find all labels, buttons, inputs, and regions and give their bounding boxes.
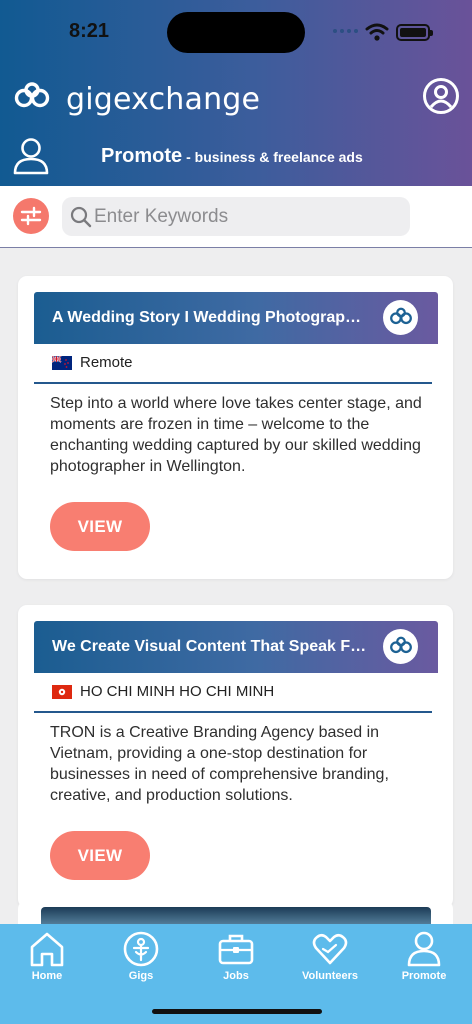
hk-flag-icon — [52, 684, 72, 699]
listing-title: We Create Visual Content That Speak For … — [52, 638, 370, 655]
listing-location: Remote — [52, 354, 133, 371]
tab-gigs[interactable]: Gigs — [98, 930, 184, 986]
divider — [34, 711, 432, 713]
listing-location: HO CHI MINH HO CHI MINH — [52, 683, 274, 700]
listing-logo — [383, 300, 418, 335]
listing-header: A Wedding Story I Wedding Photographer i… — [34, 292, 438, 344]
divider — [34, 382, 432, 384]
view-button[interactable]: VIEW — [50, 831, 150, 880]
tab-label: Gigs — [128, 970, 154, 982]
listing-header: We Create Visual Content That Speak For … — [34, 621, 438, 673]
nz-flag-icon — [52, 355, 72, 370]
view-button[interactable]: VIEW — [50, 502, 150, 551]
page-subtitle: - business & freelance ads — [186, 149, 363, 165]
listing-description: Step into a world where love takes cente… — [50, 395, 422, 475]
filter-button[interactable] — [13, 198, 49, 234]
heart-hands-icon — [312, 933, 348, 965]
wifi-icon — [365, 23, 389, 41]
gigs-icon — [123, 931, 159, 967]
tab-home[interactable]: Home — [4, 930, 90, 986]
listing-card: A Wedding Story I Wedding Photographer i… — [18, 276, 453, 579]
dynamic-island — [167, 12, 305, 53]
logo-icon — [390, 636, 412, 654]
tab-jobs[interactable]: Jobs — [193, 930, 279, 986]
signal-icon — [333, 29, 358, 33]
search-bar — [0, 186, 472, 248]
briefcase-icon — [218, 934, 254, 965]
location-text: HO CHI MINH HO CHI MINH — [80, 683, 275, 700]
page-title: Promote - business & freelance ads — [101, 145, 363, 168]
status-time: 8:21 — [69, 20, 110, 42]
tab-label: Volunteers — [301, 970, 359, 982]
logo-text: gigexchange — [66, 82, 261, 117]
logo-icon — [390, 307, 412, 325]
search-input[interactable] — [94, 197, 394, 236]
battery-icon — [396, 24, 433, 41]
person-icon — [407, 931, 441, 967]
tab-label: Jobs — [223, 970, 249, 982]
tab-label: Home — [31, 970, 63, 982]
location-text: Remote — [80, 354, 133, 371]
listing-card: We Create Visual Content That Speak For … — [18, 605, 453, 908]
tab-volunteers[interactable]: Volunteers — [287, 930, 373, 986]
search-field[interactable] — [62, 197, 410, 236]
listing-logo — [383, 629, 418, 664]
person-icon — [13, 138, 49, 175]
home-indicator[interactable] — [152, 1009, 322, 1014]
home-icon — [30, 932, 64, 967]
app-header: 8:21 gigexchange Promote - business & fre… — [0, 0, 472, 186]
logo-icon — [14, 82, 50, 108]
search-icon — [70, 206, 92, 228]
page-title-text: Promote — [101, 145, 183, 167]
tab-promote[interactable]: Promote — [381, 930, 467, 986]
account-icon[interactable] — [422, 77, 460, 115]
sliders-icon — [20, 206, 42, 226]
listing-title: A Wedding Story I Wedding Photographer i… — [52, 309, 370, 326]
listing-description: TRON is a Creative Branding Agency based… — [50, 724, 389, 804]
tab-label: Promote — [401, 970, 447, 982]
